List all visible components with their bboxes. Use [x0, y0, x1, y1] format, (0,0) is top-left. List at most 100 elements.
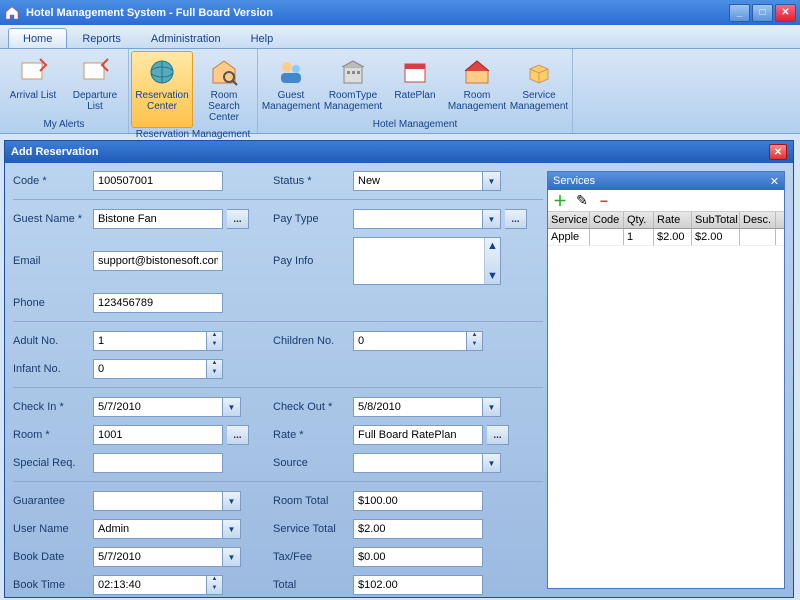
checkin-dropdown-button[interactable]: ▼: [223, 397, 241, 417]
bookdate-date[interactable]: 5/7/2010: [93, 547, 223, 567]
svctotal-label: Service Total: [273, 523, 353, 535]
roomtype-management-button[interactable]: RoomType Management: [322, 51, 384, 118]
checkout-date[interactable]: 5/8/2010: [353, 397, 483, 417]
room-management-button[interactable]: Room Management: [446, 51, 508, 118]
taxfee-input[interactable]: [353, 547, 483, 567]
remove-service-button[interactable]: −: [596, 193, 612, 209]
adult-label: Adult No.: [13, 335, 93, 347]
room-label: Room *: [13, 429, 93, 441]
services-header-qty[interactable]: Qty.: [624, 212, 654, 228]
status-combo[interactable]: New: [353, 171, 483, 191]
special-label: Special Req.: [13, 457, 93, 469]
infant-spinner[interactable]: ▲▼: [207, 359, 223, 379]
paytype-combo[interactable]: [353, 209, 483, 229]
bookdate-label: Book Date: [13, 551, 93, 563]
dialog-title: Add Reservation: [11, 146, 98, 158]
services-header-code[interactable]: Code: [590, 212, 624, 228]
service-management-button[interactable]: Service Management: [508, 51, 570, 118]
guarantee-label: Guarantee: [13, 495, 93, 507]
username-label: User Name: [13, 523, 93, 535]
rate-input[interactable]: [353, 425, 483, 445]
roomtotal-label: Room Total: [273, 495, 353, 507]
dialog-close-button[interactable]: ✕: [769, 144, 787, 160]
checkin-label: Check In *: [13, 401, 93, 413]
infant-label: Infant No.: [13, 363, 93, 375]
arrival-list-button[interactable]: Arrival List: [2, 51, 64, 118]
add-reservation-dialog: Add Reservation ✕ Code * Status * New▼ G…: [4, 140, 794, 598]
hotel-mgmt-group-label: Hotel Management: [260, 118, 570, 131]
departure-list-button[interactable]: Departure List: [64, 51, 126, 118]
guest-input[interactable]: [93, 209, 223, 229]
menu-tabs: Home Reports Administration Help: [0, 25, 800, 49]
rate-lookup-button[interactable]: ...: [487, 425, 509, 445]
room-lookup-button[interactable]: ...: [227, 425, 249, 445]
payinfo-label: Pay Info: [273, 255, 353, 267]
paytype-dropdown-button[interactable]: ▼: [483, 209, 501, 229]
checkout-dropdown-button[interactable]: ▼: [483, 397, 501, 417]
total-input[interactable]: [353, 575, 483, 595]
ribbon: Arrival List Departure List My Alerts Re…: [0, 49, 800, 134]
roomtotal-input[interactable]: [353, 491, 483, 511]
phone-input[interactable]: [93, 293, 223, 313]
house-icon: [461, 56, 493, 88]
departure-list-icon: [79, 56, 111, 88]
username-dropdown-button[interactable]: ▼: [223, 519, 241, 539]
globe-icon: [146, 56, 178, 88]
source-dropdown-button[interactable]: ▼: [483, 453, 501, 473]
services-close-button[interactable]: ✕: [770, 175, 779, 188]
minimize-button[interactable]: _: [729, 4, 750, 22]
tab-administration[interactable]: Administration: [136, 28, 236, 48]
booktime-input[interactable]: [93, 575, 207, 595]
services-row[interactable]: Apple 1 $2.00 $2.00: [548, 229, 784, 246]
email-input[interactable]: [93, 251, 223, 271]
edit-service-button[interactable]: ✎: [574, 193, 590, 209]
checkin-date[interactable]: 5/7/2010: [93, 397, 223, 417]
status-label: Status *: [273, 175, 353, 187]
services-header-rate[interactable]: Rate: [654, 212, 692, 228]
maximize-button[interactable]: □: [752, 4, 773, 22]
add-service-button[interactable]: ＋: [552, 193, 568, 209]
source-combo[interactable]: [353, 453, 483, 473]
paytype-lookup-button[interactable]: ...: [505, 209, 527, 229]
source-label: Source: [273, 457, 353, 469]
services-header-subtotal[interactable]: SubTotal: [692, 212, 740, 228]
room-search-center-button[interactable]: Room Search Center: [193, 51, 255, 128]
code-input[interactable]: [93, 171, 223, 191]
children-input[interactable]: [353, 331, 467, 351]
username-combo[interactable]: Admin: [93, 519, 223, 539]
tab-reports[interactable]: Reports: [67, 28, 136, 48]
services-table: Service Code Qty. Rate SubTotal Desc. Ap…: [548, 212, 784, 588]
reservation-center-button[interactable]: Reservation Center: [131, 51, 193, 128]
room-input[interactable]: [93, 425, 223, 445]
special-input[interactable]: [93, 453, 223, 473]
services-header-service[interactable]: Service: [548, 212, 590, 228]
paytype-label: Pay Type: [273, 213, 353, 225]
status-dropdown-button[interactable]: ▼: [483, 171, 501, 191]
adult-input[interactable]: [93, 331, 207, 351]
children-spinner[interactable]: ▲▼: [467, 331, 483, 351]
code-label: Code *: [13, 175, 93, 187]
payinfo-scrollbar[interactable]: ▲▼: [484, 238, 500, 284]
booktime-spinner[interactable]: ▲▼: [207, 575, 223, 595]
arrival-list-icon: [17, 56, 49, 88]
guarantee-dropdown-button[interactable]: ▼: [223, 491, 241, 511]
guarantee-combo[interactable]: [93, 491, 223, 511]
window-title: Hotel Management System - Full Board Ver…: [26, 7, 729, 19]
infant-input[interactable]: [93, 359, 207, 379]
svctotal-input[interactable]: [353, 519, 483, 539]
services-header-desc[interactable]: Desc.: [740, 212, 776, 228]
guest-lookup-button[interactable]: ...: [227, 209, 249, 229]
close-button[interactable]: ✕: [775, 4, 796, 22]
email-label: Email: [13, 255, 93, 267]
app-icon: [4, 5, 20, 21]
tab-home[interactable]: Home: [8, 28, 67, 48]
rateplan-button[interactable]: RatePlan: [384, 51, 446, 118]
services-title: Services: [553, 175, 595, 187]
payinfo-textarea[interactable]: ▲▼: [353, 237, 501, 285]
box-icon: [523, 56, 555, 88]
adult-spinner[interactable]: ▲▼: [207, 331, 223, 351]
bookdate-dropdown-button[interactable]: ▼: [223, 547, 241, 567]
guest-management-button[interactable]: Guest Management: [260, 51, 322, 118]
tab-help[interactable]: Help: [236, 28, 289, 48]
rate-label: Rate *: [273, 429, 353, 441]
